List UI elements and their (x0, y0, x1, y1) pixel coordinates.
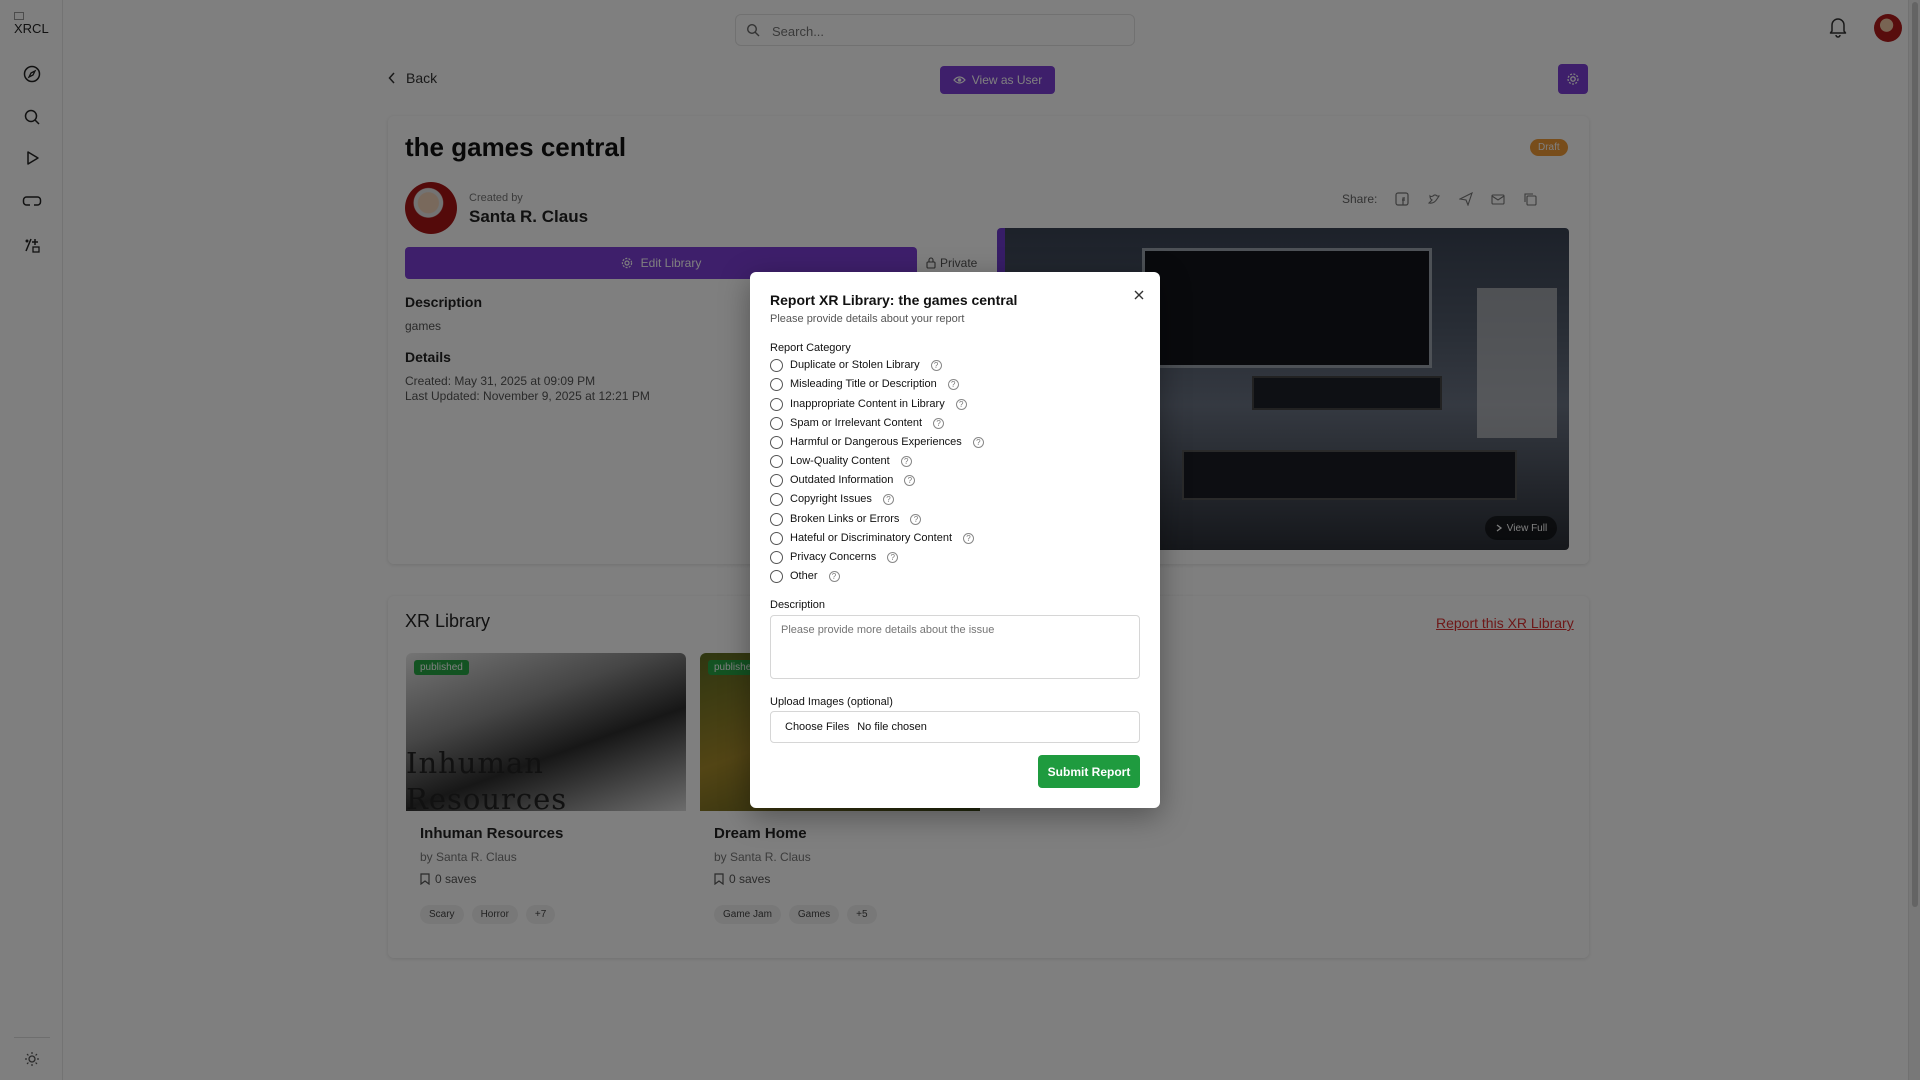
radio-button[interactable] (770, 435, 783, 449)
option-label[interactable]: Duplicate or Stolen Library (790, 359, 920, 371)
close-icon[interactable] (1130, 286, 1148, 304)
category-option[interactable]: Copyright Issues? (770, 491, 894, 507)
dialog-subtitle: Please provide details about your report (770, 313, 965, 325)
submit-report-button[interactable]: Submit Report (1038, 755, 1140, 788)
report-category-label: Report Category (770, 342, 851, 354)
category-option[interactable]: Harmful or Dangerous Experiences? (770, 434, 984, 450)
option-label[interactable]: Broken Links or Errors (790, 513, 899, 525)
help-icon[interactable]: ? (930, 359, 942, 371)
option-label[interactable]: Hateful or Discriminatory Content (790, 532, 952, 544)
description-textarea[interactable] (770, 615, 1140, 679)
option-label[interactable]: Harmful or Dangerous Experiences (790, 436, 962, 448)
help-icon[interactable]: ? (963, 532, 975, 544)
option-label[interactable]: Outdated Information (790, 474, 893, 486)
radio-button[interactable] (770, 569, 783, 583)
radio-button[interactable] (770, 550, 783, 564)
description-label: Description (770, 599, 826, 611)
category-option[interactable]: Duplicate or Stolen Library? (770, 357, 942, 373)
category-option[interactable]: Spam or Irrelevant Content? (770, 415, 945, 431)
help-icon[interactable]: ? (910, 513, 922, 525)
choose-files-button[interactable]: Choose Files (785, 721, 849, 733)
option-label[interactable]: Copyright Issues (790, 493, 872, 505)
category-option[interactable]: Inappropriate Content in Library? (770, 396, 967, 412)
option-label[interactable]: Low-Quality Content (790, 455, 890, 467)
help-icon[interactable]: ? (882, 493, 894, 505)
radio-button[interactable] (770, 416, 783, 430)
help-icon[interactable]: ? (887, 551, 899, 563)
category-option[interactable]: Broken Links or Errors? (770, 511, 922, 527)
dialog-title: Report XR Library: the games central (770, 292, 1018, 308)
option-label[interactable]: Privacy Concerns (790, 551, 876, 563)
option-label[interactable]: Misleading Title or Description (790, 378, 937, 390)
radio-button[interactable] (770, 358, 783, 372)
category-option[interactable]: Low-Quality Content? (770, 453, 912, 469)
upload-label: Upload Images (optional) (770, 696, 893, 708)
help-icon[interactable]: ? (972, 436, 984, 448)
help-icon[interactable]: ? (904, 474, 916, 486)
option-label[interactable]: Inappropriate Content in Library (790, 398, 945, 410)
radio-button[interactable] (770, 454, 783, 468)
help-icon[interactable]: ? (933, 417, 945, 429)
category-option[interactable]: Hateful or Discriminatory Content? (770, 530, 975, 546)
category-option[interactable]: Misleading Title or Description? (770, 376, 959, 392)
radio-button[interactable] (770, 377, 783, 391)
radio-button[interactable] (770, 397, 783, 411)
option-label[interactable]: Other (790, 570, 818, 582)
radio-button[interactable] (770, 531, 783, 545)
category-option[interactable]: Other? (770, 568, 840, 584)
file-input[interactable]: Choose Files No file chosen (770, 711, 1140, 743)
radio-button[interactable] (770, 492, 783, 506)
radio-button[interactable] (770, 473, 783, 487)
help-icon[interactable]: ? (900, 455, 912, 467)
radio-button[interactable] (770, 512, 783, 526)
option-label[interactable]: Spam or Irrelevant Content (790, 417, 922, 429)
help-icon[interactable]: ? (828, 570, 840, 582)
report-dialog: Report XR Library: the games central Ple… (750, 272, 1160, 808)
category-option[interactable]: Privacy Concerns? (770, 549, 899, 565)
file-status: No file chosen (857, 721, 927, 733)
help-icon[interactable]: ? (947, 378, 959, 390)
help-icon[interactable]: ? (955, 398, 967, 410)
category-option[interactable]: Outdated Information? (770, 472, 916, 488)
